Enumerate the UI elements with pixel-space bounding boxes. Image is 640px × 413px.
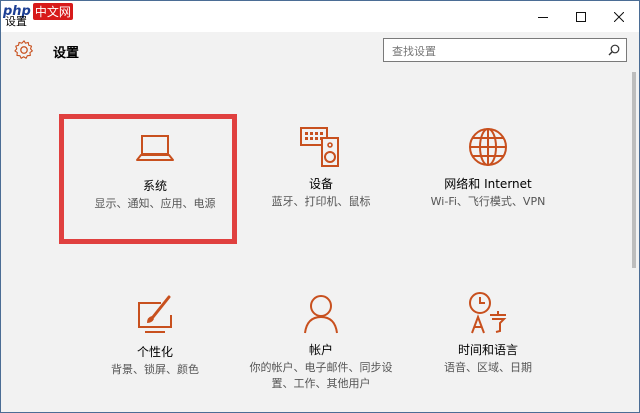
personalization-icon [138,295,172,333]
close-button[interactable] [597,1,639,32]
window-title: 设置 [5,15,27,28]
tile-description: 背景、锁屏、颜色 [111,363,199,376]
vertical-scrollbar[interactable] [629,72,639,412]
tile-description: 显示、通知、应用、电源 [94,197,216,210]
gear-icon [14,40,33,59]
globe-icon [469,128,507,166]
search-box[interactable] [383,38,627,62]
tile-name: 网络和 Internet [444,177,532,191]
scrollbar-thumb[interactable] [632,72,636,268]
time-language-icon [469,292,507,334]
tile-description: 蓝牙、打印机、鼠标 [271,195,371,208]
watermark-part2: 中文网 [32,2,73,20]
close-icon [614,11,624,22]
tile-name: 时间和语言 [457,343,518,357]
tile-name: 个性化 [136,345,173,359]
page-title: 设置 [53,46,80,61]
tile-name: 系统 [142,179,167,193]
tile-time-language[interactable]: 时间和语言 语音、区域、日期 [398,291,578,376]
tile-system[interactable]: 系统 显示、通知、应用、电源 [65,127,245,212]
tile-devices[interactable]: 设备 蓝牙、打印机、鼠标 [231,125,411,210]
tile-name: 设备 [308,177,333,191]
tile-name: 帐户 [308,343,333,357]
laptop-icon [136,135,174,161]
search-icon[interactable] [608,44,620,56]
maximize-icon [576,11,586,22]
tile-description: 语音、区域、日期 [444,361,532,374]
minimize-icon [538,16,548,18]
title-bar[interactable]: php 中文网 设置 [1,1,639,32]
devices-icon [300,127,339,167]
account-icon [304,295,338,334]
settings-header: 设置 [1,32,639,72]
tile-description: Wi-Fi、飞行模式、VPN [430,195,546,208]
tile-network[interactable]: 网络和 Internet Wi-Fi、飞行模式、VPN [398,125,578,210]
tile-description: 你的帐户、电子邮件、同步设置、工作、其他用户 [249,361,393,390]
settings-window: php 中文网 设置 设置 查找设置 系统 显示、通知、应用、电源 设备 蓝牙、… [0,0,640,413]
tile-personalization[interactable]: 个性化 背景、锁屏、颜色 [65,293,245,378]
tile-accounts[interactable]: 帐户 你的帐户、电子邮件、同步设置、工作、其他用户 [231,291,411,392]
search-input[interactable] [390,41,604,61]
